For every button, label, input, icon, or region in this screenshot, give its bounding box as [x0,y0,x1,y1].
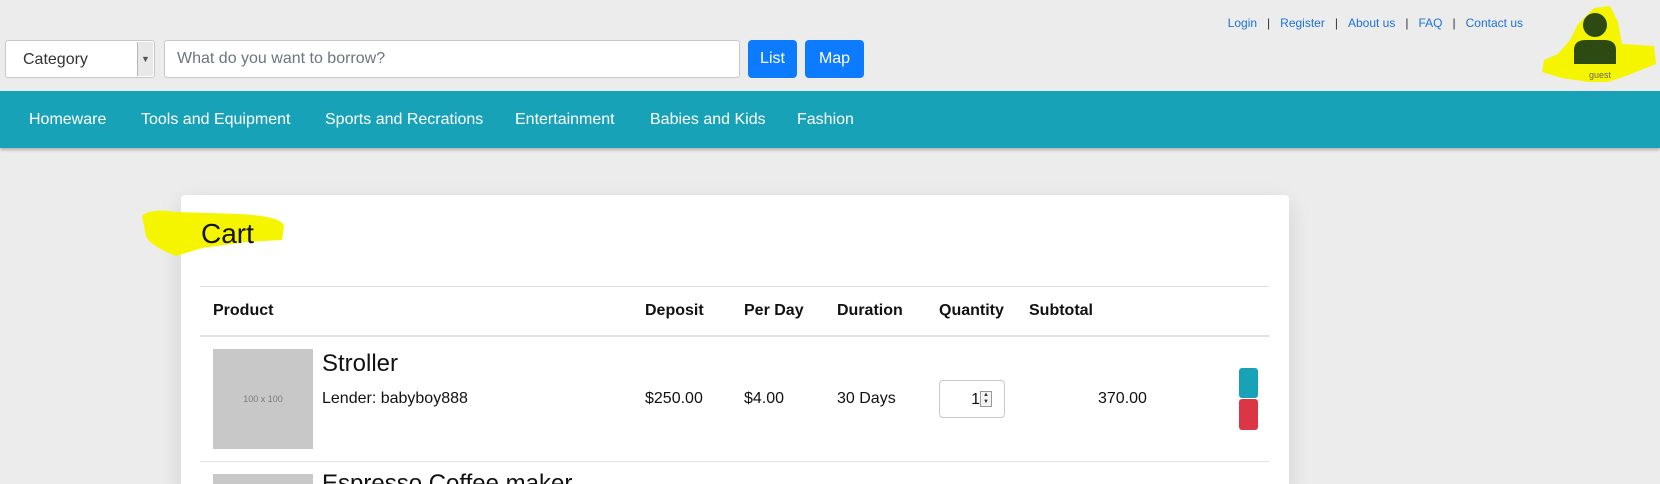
duration-value: 30 Days [837,390,896,407]
login-link[interactable]: Login [1228,16,1257,30]
table-header-rule [200,335,1269,337]
search-input[interactable] [164,40,740,78]
category-select[interactable]: Category ▼ [5,40,155,78]
nav-item-fashion[interactable]: Fashion [797,111,854,129]
nav-item-homeware[interactable]: Homeware [29,111,106,129]
top-links: Login | Register | About us | FAQ | Contact us [1227,16,1523,30]
list-button[interactable]: List [748,40,797,78]
nav-item-sports[interactable]: Sports and Recrations [325,111,483,129]
product-name[interactable]: Espresso Coffee maker [322,470,572,484]
category-nav: Homeware Tools and Equipment Sports and … [0,91,1660,148]
remove-item-button[interactable] [1239,399,1258,430]
deposit-value: $250.00 [645,390,703,407]
column-header-subtotal: Subtotal [1029,302,1093,319]
quantity-value: 1 [971,391,980,408]
register-link[interactable]: Register [1280,16,1325,30]
product-thumbnail[interactable]: 100 x 100 [213,349,313,449]
table-top-rule [200,286,1269,287]
contact-us-link[interactable]: Contact us [1466,16,1523,30]
nav-item-babies[interactable]: Babies and Kids [650,111,766,129]
cart-card [181,195,1289,484]
column-header-deposit: Deposit [645,302,704,319]
chevron-down-icon[interactable]: ▼ [137,42,153,76]
product-name[interactable]: Stroller [322,350,398,378]
user-label: guest [1589,70,1612,80]
subtotal-value: 370.00 [1098,390,1147,407]
column-header-quantity: Quantity [939,302,1004,319]
spinner-arrows-icon[interactable]: ▲ ▼ [980,391,992,407]
user-menu[interactable]: guest [1542,0,1660,92]
nav-item-entertainment[interactable]: Entertainment [515,111,615,129]
update-item-button[interactable] [1239,368,1258,398]
row-divider [200,461,1269,462]
per-day-value: $4.00 [744,390,785,407]
product-thumbnail[interactable] [213,474,313,484]
product-lender: Lender: babyboy888 [322,390,468,407]
column-header-per-day: Per Day [744,302,804,319]
faq-link[interactable]: FAQ [1418,16,1442,30]
page-title: Cart [201,218,254,249]
column-header-product: Product [213,302,274,319]
about-us-link[interactable]: About us [1348,16,1395,30]
user-avatar-icon [1574,13,1616,64]
column-header-duration: Duration [837,302,903,319]
quantity-stepper[interactable]: 1 ▲ ▼ [939,380,1005,418]
nav-item-tools[interactable]: Tools and Equipment [141,111,290,129]
category-select-value: Category [23,51,88,68]
map-button[interactable]: Map [805,40,864,78]
